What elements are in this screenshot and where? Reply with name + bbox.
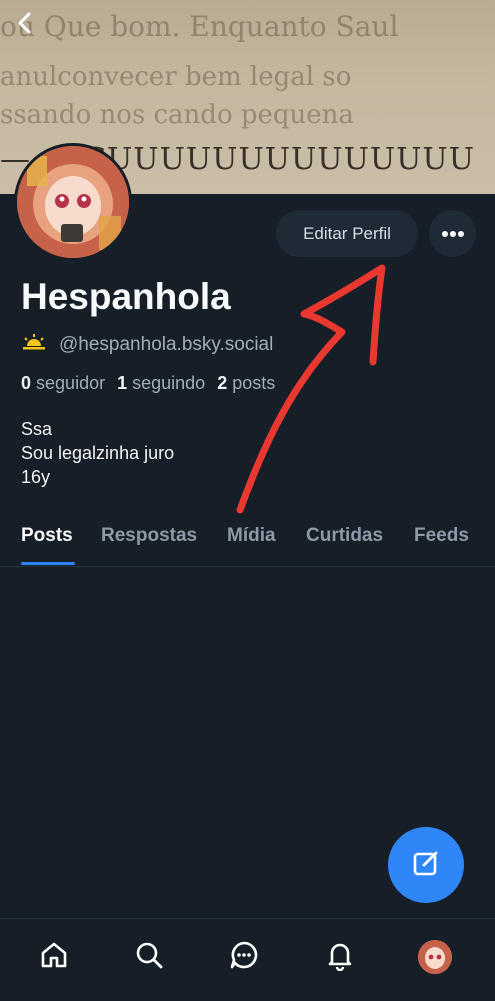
nav-profile[interactable] bbox=[413, 935, 457, 979]
nav-home[interactable] bbox=[32, 935, 76, 979]
nav-search[interactable] bbox=[127, 935, 171, 979]
back-button[interactable] bbox=[8, 8, 42, 42]
banner-text-row: anulconvecer bem legal so bbox=[0, 62, 352, 92]
nav-chat[interactable] bbox=[222, 935, 266, 979]
banner-text-row: ou Que bom. Enquanto Saul bbox=[0, 10, 399, 43]
active-tab-indicator bbox=[21, 562, 75, 565]
more-options-button[interactable] bbox=[429, 210, 476, 257]
profile-stats: 0 seguidor 1 seguindo 2 posts bbox=[21, 373, 275, 394]
home-icon bbox=[38, 939, 70, 976]
more-horizontal-icon bbox=[441, 225, 465, 243]
bottom-navigation bbox=[0, 918, 495, 1001]
bio-line: Sou legalzinha juro bbox=[21, 443, 175, 463]
chevron-left-icon bbox=[15, 11, 35, 40]
bell-icon bbox=[324, 939, 356, 976]
tab-curtidas[interactable]: Curtidas bbox=[306, 525, 383, 547]
profile-bio: Ssa Sou legalzinha juro 16y bbox=[21, 417, 174, 489]
tab-feeds[interactable]: Feeds bbox=[414, 525, 469, 547]
sun-rise-icon bbox=[21, 332, 47, 358]
followers-stat[interactable]: 0 seguidor bbox=[21, 373, 105, 394]
handle-row: @hespanhola.bsky.social bbox=[21, 332, 273, 358]
compose-post-button[interactable] bbox=[388, 827, 464, 903]
bio-line: 16y bbox=[21, 467, 51, 487]
profile-avatar[interactable] bbox=[14, 143, 132, 261]
bio-line: Ssa bbox=[21, 419, 53, 439]
display-name: Hespanhola bbox=[21, 276, 231, 317]
edit-profile-button[interactable]: Editar Perfil bbox=[276, 210, 418, 257]
profile-tabs: Posts Respostas Mídia Curtidas Feeds bbox=[0, 512, 495, 567]
profile-avatar-small bbox=[418, 940, 452, 974]
nav-notifications[interactable] bbox=[318, 935, 362, 979]
handle-text[interactable]: @hespanhola.bsky.social bbox=[59, 334, 273, 356]
tab-midia[interactable]: Mídia bbox=[227, 525, 276, 547]
search-icon bbox=[133, 939, 165, 976]
posts-stat: 2 posts bbox=[217, 373, 276, 393]
avatar-illustration bbox=[17, 146, 129, 258]
tab-respostas[interactable]: Respostas bbox=[101, 525, 197, 547]
following-stat[interactable]: 1 seguindo bbox=[117, 373, 205, 394]
tab-posts[interactable]: Posts bbox=[21, 525, 73, 547]
banner-text-row: ssando nos cando pequena bbox=[0, 100, 354, 130]
compose-icon bbox=[411, 848, 441, 883]
chat-icon bbox=[228, 939, 260, 976]
